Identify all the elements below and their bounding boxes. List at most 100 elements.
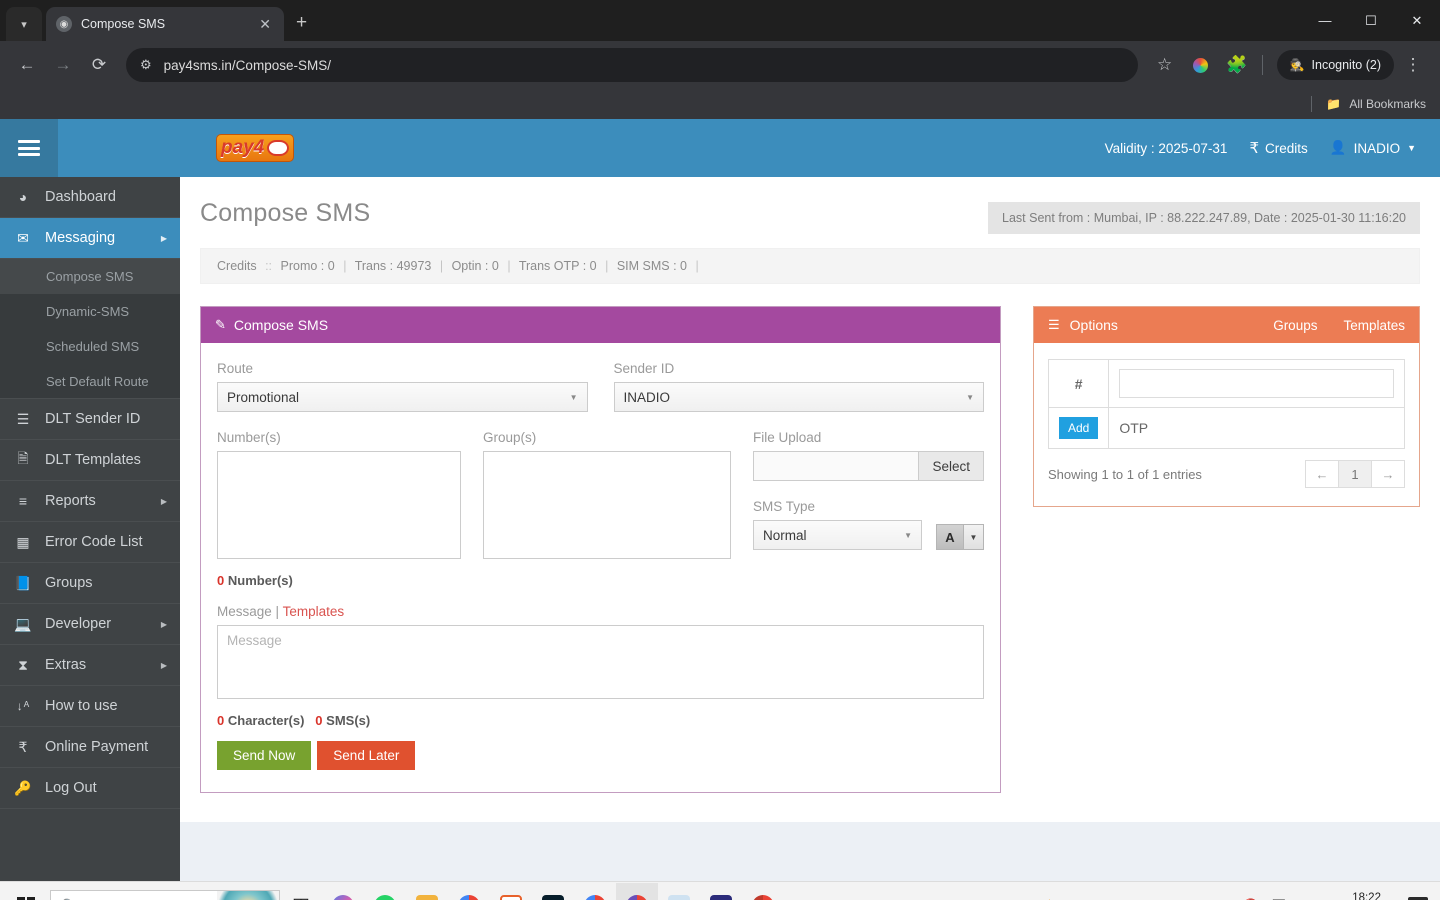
chrome-glyph — [458, 894, 480, 900]
sms-type-field: SMS Type Normal ▼ — [753, 499, 922, 550]
sender-id-select[interactable]: INADIO ▼ — [613, 382, 984, 412]
divider: | — [439, 259, 444, 273]
send-later-button[interactable]: Send Later — [317, 741, 416, 770]
options-header-links: Groups Templates — [1273, 318, 1405, 333]
close-icon[interactable]: ✕ — [256, 17, 274, 31]
caret-down-icon: ▼ — [966, 392, 974, 402]
notification-icon[interactable]: 4 — [1408, 896, 1428, 900]
weather-widget[interactable]: ⛅ 31°C Mostly cloudy — [1041, 897, 1177, 900]
chevron-right-icon: ▶ — [160, 496, 167, 506]
divider: | — [695, 259, 699, 273]
sidebar-item-reports[interactable]: ≡ Reports ▶ — [0, 481, 180, 522]
user-label: INADIO — [1353, 140, 1401, 156]
pay4sms-logo[interactable]: pay4 — [216, 133, 295, 163]
encoding-toggle-button[interactable]: A ▼ — [936, 524, 984, 550]
user-menu[interactable]: 👤 INADIO ▼ — [1330, 140, 1416, 156]
hamburger-icon[interactable] — [0, 119, 58, 177]
next-page-button[interactable]: → — [1371, 460, 1405, 488]
photoshop-icon[interactable]: Ps — [532, 883, 574, 900]
sidebar-item-compose-sms[interactable]: Compose SMS — [0, 259, 180, 294]
sidebar-item-how-to-use[interactable]: ↓ ᴬ How to use — [0, 686, 180, 727]
chrome-profile-d-icon[interactable] — [616, 882, 658, 900]
sender-id-value: INADIO — [623, 389, 671, 405]
message-input[interactable] — [217, 625, 984, 699]
color-wheel-icon[interactable] — [1184, 48, 1218, 82]
grid-icon: ▦ — [16, 533, 30, 550]
back-arrow-icon[interactable]: ← — [10, 48, 44, 82]
credit-promo: Promo : 0 — [280, 259, 335, 273]
option-name-cell[interactable]: OTP — [1108, 407, 1405, 449]
bluestacks-icon[interactable]: ◟ — [490, 883, 532, 900]
sidebar-item-groups[interactable]: 📘 Groups — [0, 563, 180, 604]
sidebar-item-online-payment[interactable]: ₹ Online Payment — [0, 727, 180, 768]
prev-page-button[interactable]: ← — [1305, 460, 1339, 488]
minimize-button[interactable]: — — [1302, 0, 1348, 41]
credits-link[interactable]: ₹ Credits — [1249, 139, 1307, 157]
sidebar-item-dlt-sender-id[interactable]: ☰ DLT Sender ID — [0, 399, 180, 440]
incognito-indicator[interactable]: 🕵 Incognito (2) — [1276, 50, 1394, 80]
new-tab-button[interactable]: + — [284, 12, 319, 34]
caret-down-icon[interactable]: ▼ — [963, 525, 983, 549]
maximize-button[interactable]: ☐ — [1348, 0, 1394, 41]
add-cell: Add — [1047, 407, 1110, 449]
start-button[interactable] — [4, 883, 48, 900]
submenu-label: Compose SMS — [46, 268, 134, 284]
chrome-icon[interactable] — [448, 883, 490, 900]
encoding-letter: A — [937, 525, 963, 549]
taskbar-search[interactable]: 🔍 — [50, 889, 280, 900]
sidebar-item-label: Extras — [45, 657, 87, 673]
sidebar-item-error-code-list[interactable]: ▦ Error Code List — [0, 522, 180, 563]
forward-arrow-icon[interactable]: → — [46, 48, 80, 82]
browser-tab[interactable]: ◉ Compose SMS ✕ — [46, 7, 284, 41]
notes-icon[interactable]: ▯ — [658, 883, 700, 900]
puzzle-icon[interactable]: 🧩 — [1220, 48, 1254, 82]
task-view-icon[interactable]: ◫ — [280, 883, 322, 900]
kebab-menu-icon[interactable]: ⋮ — [1396, 48, 1430, 82]
file-select-button[interactable]: Select — [918, 451, 984, 481]
add-button[interactable]: Add — [1059, 417, 1099, 439]
sidebar-item-dlt-templates[interactable]: 🗎 DLT Templates — [0, 440, 180, 481]
sms-type-select[interactable]: Normal ▼ — [753, 520, 922, 550]
sidebar-item-extras[interactable]: ⧗ Extras ▶ — [0, 645, 180, 686]
compose-panel-title: Compose SMS — [233, 317, 329, 333]
sidebar-item-dashboard[interactable]: ◕ Dashboard — [0, 177, 180, 218]
file-path-input[interactable] — [753, 451, 919, 481]
rupee-icon: ₹ — [1249, 140, 1259, 157]
send-now-button[interactable]: Send Now — [217, 741, 312, 770]
options-groups-link[interactable]: Groups — [1273, 318, 1317, 333]
chrome-profile-a-icon[interactable] — [574, 883, 616, 900]
whatsapp-icon[interactable]: ☎ — [364, 883, 406, 900]
sender-id-label: Sender ID — [613, 361, 675, 376]
tab-title: Compose SMS — [81, 17, 166, 31]
page-number-button[interactable]: 1 — [1338, 460, 1372, 488]
reload-icon[interactable]: ⟳ — [82, 48, 116, 82]
sidebar-item-messaging[interactable]: ✉ Messaging ▶ — [0, 218, 180, 259]
char-count-value: 0 — [217, 713, 225, 728]
groups-input[interactable] — [483, 451, 731, 559]
templates-link[interactable]: Templates — [283, 604, 345, 619]
sidebar-item-dynamic-sms[interactable]: Dynamic-SMS — [0, 294, 180, 329]
route-select[interactable]: Promotional ▼ — [217, 382, 588, 412]
options-search-input[interactable] — [1119, 369, 1394, 398]
sidebar-item-scheduled-sms[interactable]: Scheduled SMS — [0, 329, 180, 364]
sidebar-item-log-out[interactable]: 🔑 Log Out — [0, 768, 180, 809]
options-templates-link[interactable]: Templates — [1343, 318, 1405, 333]
clock[interactable]: 18:22 24-02-2025 — [1337, 891, 1396, 900]
chrome-profile-k-icon[interactable] — [742, 883, 784, 900]
sidebar-item-developer[interactable]: 💻 Developer ▶ — [0, 604, 180, 645]
copilot-icon[interactable]: ✷ — [322, 883, 364, 900]
all-bookmarks-label[interactable]: All Bookmarks — [1349, 97, 1426, 111]
file-explorer-icon[interactable]: ◫ — [406, 883, 448, 900]
address-bar[interactable]: ⚙ pay4sms.in/Compose-SMS/ — [126, 48, 1138, 82]
numbers-input[interactable] — [217, 451, 461, 559]
sort-alpha-icon: ↓ ᴬ — [16, 699, 30, 713]
tab-search-button[interactable]: ▾ — [6, 7, 42, 41]
star-icon[interactable]: ☆ — [1148, 48, 1182, 82]
intellij-idea-icon[interactable]: IJ — [700, 883, 742, 900]
route-value: Promotional — [227, 389, 300, 405]
caret-down-icon: ▼ — [1407, 143, 1416, 153]
toolbar-actions: ☆ 🧩 🕵 Incognito (2) ⋮ — [1148, 48, 1430, 82]
sidebar-item-set-default-route[interactable]: Set Default Route — [0, 364, 180, 399]
tune-icon[interactable]: ⚙ — [140, 57, 152, 73]
close-window-button[interactable]: ✕ — [1394, 0, 1440, 41]
